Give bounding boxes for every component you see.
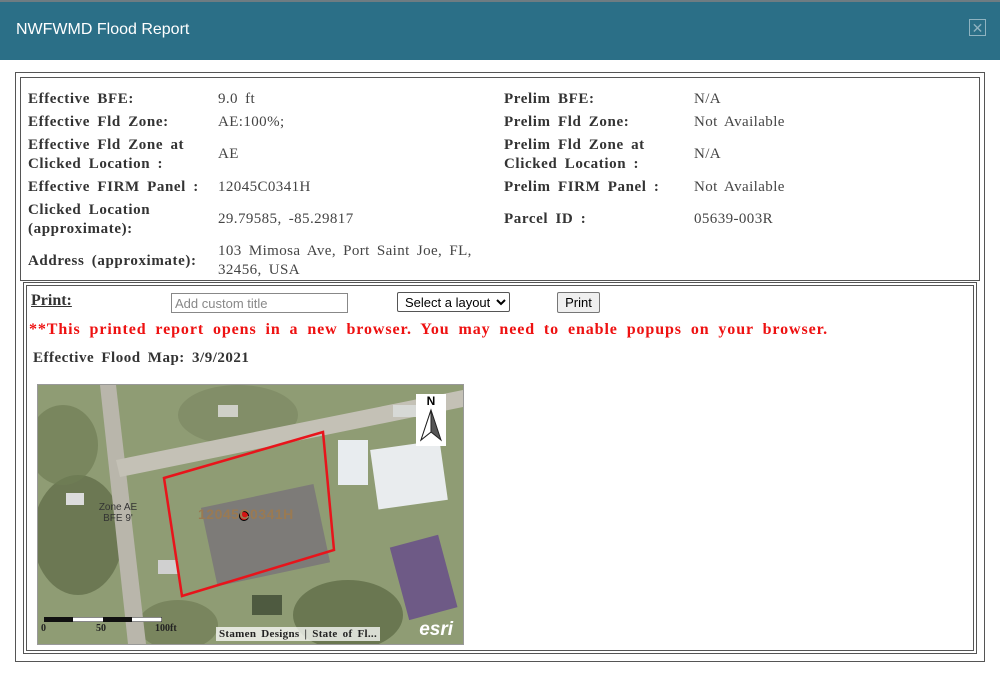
effective-fld-zone-label: Effective Fld Zone:: [28, 114, 169, 130]
prelim-bfe-label: Prelim BFE:: [504, 91, 595, 107]
firm-panel-label: 12045C0341H: [198, 506, 294, 522]
layout-select[interactable]: Select a layout: [397, 292, 510, 312]
print-section-inner: Print: Select a layout Print **This prin…: [26, 285, 974, 651]
parcel-id-label: Parcel ID :: [504, 211, 587, 227]
dialog-title: NWFWMD Flood Report: [16, 21, 190, 38]
prelim-fld-zone-value: Not Available: [694, 114, 785, 130]
clicked-location-label-2: (approximate):: [28, 221, 133, 237]
prelim-firm-panel-value: Not Available: [694, 179, 785, 195]
address-label: Address (approximate):: [28, 253, 197, 269]
print-label: Print:: [31, 292, 72, 309]
zone-label-line1: Zone AE: [98, 502, 138, 513]
effective-zone-clicked-value: AE: [218, 146, 239, 162]
clicked-location-value: 29.79585, -85.29817: [218, 211, 354, 227]
zone-label: Zone AE BFE 9': [98, 502, 138, 524]
flood-map[interactable]: Zone AE BFE 9' 12045C0341H N 0 50 100ft …: [37, 384, 464, 645]
print-button[interactable]: Print: [557, 292, 600, 313]
clicked-location-label-1: Clicked Location: [28, 202, 151, 218]
report-panel: Effective BFE: 9.0 ft Effective Fld Zone…: [15, 72, 985, 662]
close-icon[interactable]: ✕: [969, 19, 986, 36]
flood-info-table: Effective BFE: 9.0 ft Effective Fld Zone…: [20, 77, 980, 281]
scale-label-50: 50: [96, 623, 106, 634]
effective-zone-clicked-label-2: Clicked Location :: [28, 156, 164, 172]
esri-logo: esri: [419, 619, 453, 640]
zone-label-line2: BFE 9': [103, 513, 133, 524]
prelim-zone-clicked-label-2: Clicked Location :: [504, 156, 640, 172]
prelim-zone-clicked-label-1: Prelim Fld Zone at: [504, 137, 645, 153]
prelim-bfe-value: N/A: [694, 91, 722, 107]
scale-label-100: 100ft: [155, 623, 177, 634]
prelim-fld-zone-label: Prelim Fld Zone:: [504, 114, 630, 130]
parcel-id-value: 05639-003R: [694, 211, 773, 227]
map-attribution[interactable]: Stamen Designs | State of Fl...: [216, 627, 380, 641]
address-value-1: 103 Mimosa Ave, Port Saint Joe, FL,: [218, 243, 472, 259]
scale-bar: [44, 617, 162, 622]
prelim-zone-clicked-value: N/A: [694, 146, 722, 162]
print-section: Print: Select a layout Print **This prin…: [23, 282, 977, 654]
map-title: Effective Flood Map: 3/9/2021: [33, 350, 250, 366]
prelim-firm-panel-label: Prelim FIRM Panel :: [504, 179, 660, 195]
effective-zone-clicked-label-1: Effective Fld Zone at: [28, 137, 185, 153]
address-value-2: 32456, USA: [218, 262, 301, 278]
north-arrow: N: [416, 394, 446, 446]
scale-label-0: 0: [41, 623, 46, 634]
effective-firm-panel-value: 12045C0341H: [218, 179, 311, 195]
effective-fld-zone-value: AE:100%;: [218, 114, 285, 130]
dialog-titlebar: NWFWMD Flood Report ✕: [0, 0, 1000, 60]
effective-firm-panel-label: Effective FIRM Panel :: [28, 179, 199, 195]
effective-bfe-label: Effective BFE:: [28, 91, 134, 107]
compass-icon: [419, 408, 443, 442]
effective-bfe-value: 9.0 ft: [218, 91, 256, 107]
popup-warning: **This printed report opens in a new bro…: [29, 321, 829, 338]
custom-title-input[interactable]: [171, 293, 348, 313]
